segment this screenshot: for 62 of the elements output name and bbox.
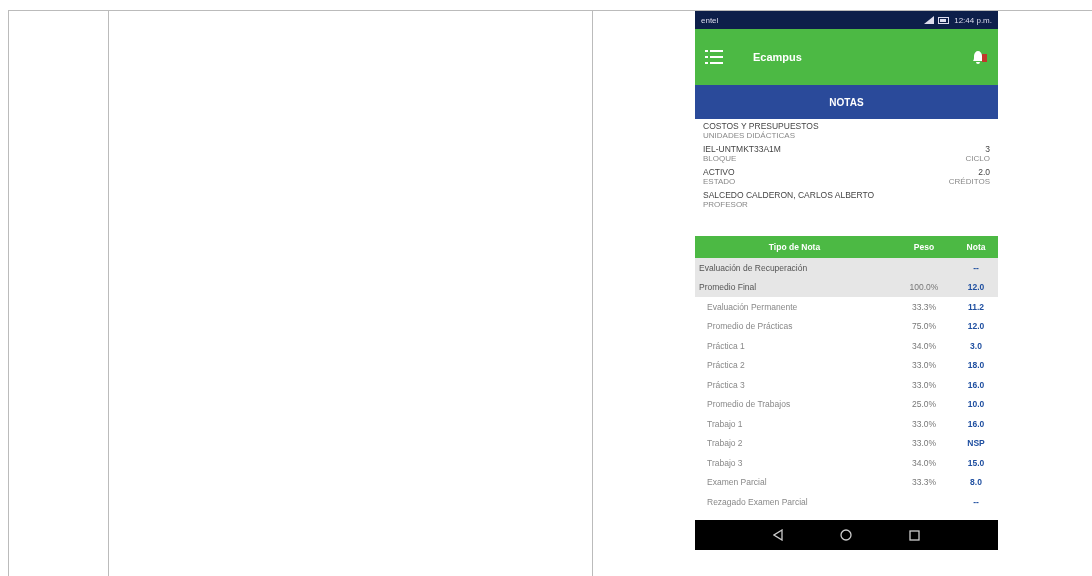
weight-cell-text: 33.0% [910, 438, 938, 449]
grade-cell-text: -- [972, 262, 980, 273]
grade-type-cell-text: Promedio de Trabajos [706, 399, 792, 410]
weight-cell-text: 34.0% [910, 457, 938, 468]
info-label: CICLO [965, 154, 990, 163]
signal-icon [924, 16, 935, 24]
weight-cell-text: 75.0% [910, 321, 938, 332]
info-value: 2.0 [978, 167, 990, 177]
grade-type-cell-text: Examen Parcial [706, 477, 768, 488]
info-value: 3 [985, 144, 990, 154]
grade-cell-text: -- [972, 496, 980, 507]
status-time: 12:44 p.m. [954, 15, 992, 25]
grade-type-cell-text: Promedio Final [698, 282, 758, 293]
grade-type-cell-text: Trabajo 3 [706, 457, 744, 468]
grade-cell-text: 11.2 [966, 301, 986, 312]
grade-cell-text: 16.0 [966, 418, 986, 429]
notification-bell-icon[interactable] [970, 48, 988, 66]
weight-cell-text: 100.0% [908, 282, 940, 293]
grade-type-cell-text: Trabajo 2 [706, 438, 744, 449]
app-title: Ecampus [753, 51, 803, 63]
back-icon[interactable] [773, 529, 784, 541]
info-label: UNIDADES DIDÁCTICAS [703, 131, 796, 140]
weight-cell-text: 33.0% [910, 379, 938, 390]
weight-cell-text: 33.3% [910, 301, 938, 312]
info-value: COSTOS Y PRESUPUESTOS [703, 121, 819, 131]
grade-cell-text: 12.0 [966, 321, 986, 332]
column-header: Tipo de Nota [767, 242, 822, 252]
weight-cell-text: 33.0% [910, 360, 938, 371]
grade-type-cell-text: Práctica 3 [706, 379, 746, 390]
recent-apps-icon[interactable] [908, 529, 920, 541]
weight-cell-text: 34.0% [910, 340, 938, 351]
grade-type-cell-text: Rezagado Examen Parcial [706, 496, 809, 507]
grade-type-cell-text: Promedio de Prácticas [706, 321, 794, 332]
section-title: NOTAS [695, 85, 998, 119]
weight-cell-text: 33.0% [910, 418, 938, 429]
info-label: BLOQUE [703, 154, 738, 163]
grade-cell-text: 10.0 [966, 399, 986, 410]
info-label: CRÉDITOS [948, 177, 990, 186]
grade-cell-text: NSP [966, 438, 986, 449]
info-label: PROFESOR [703, 200, 749, 209]
grade-type-cell-text: Práctica 1 [706, 340, 746, 351]
column-header: Nota [965, 242, 987, 252]
info-value: IEL-UNTMKT33A1M [703, 144, 781, 154]
carrier-name: entel [701, 15, 719, 25]
home-icon[interactable] [840, 529, 852, 541]
grade-type-cell-text: Evaluación de Recuperación [698, 262, 809, 273]
weight-cell-text: 33.3% [910, 477, 938, 488]
info-value: SALCEDO CALDERON, CARLOS ALBERTO [703, 190, 875, 200]
grade-type-cell-text: Evaluación Permanente [706, 301, 799, 312]
grade-type-cell-text: Trabajo 1 [706, 418, 744, 429]
grade-cell-text: 12.0 [966, 282, 986, 293]
grade-cell-text: 18.0 [966, 360, 986, 371]
grade-cell-text: 16.0 [966, 379, 986, 390]
weight-cell-text: 25.0% [910, 399, 938, 410]
info-label: ESTADO [703, 177, 736, 186]
battery-icon [938, 16, 951, 24]
grade-cell-text: 8.0 [969, 477, 983, 488]
column-header: Peso [912, 242, 936, 252]
grade-type-cell-text: Práctica 2 [706, 360, 746, 371]
info-value: ACTIVO [703, 167, 736, 177]
grade-cell-text: 3.0 [969, 340, 983, 351]
grade-cell-text: 15.0 [966, 457, 986, 468]
